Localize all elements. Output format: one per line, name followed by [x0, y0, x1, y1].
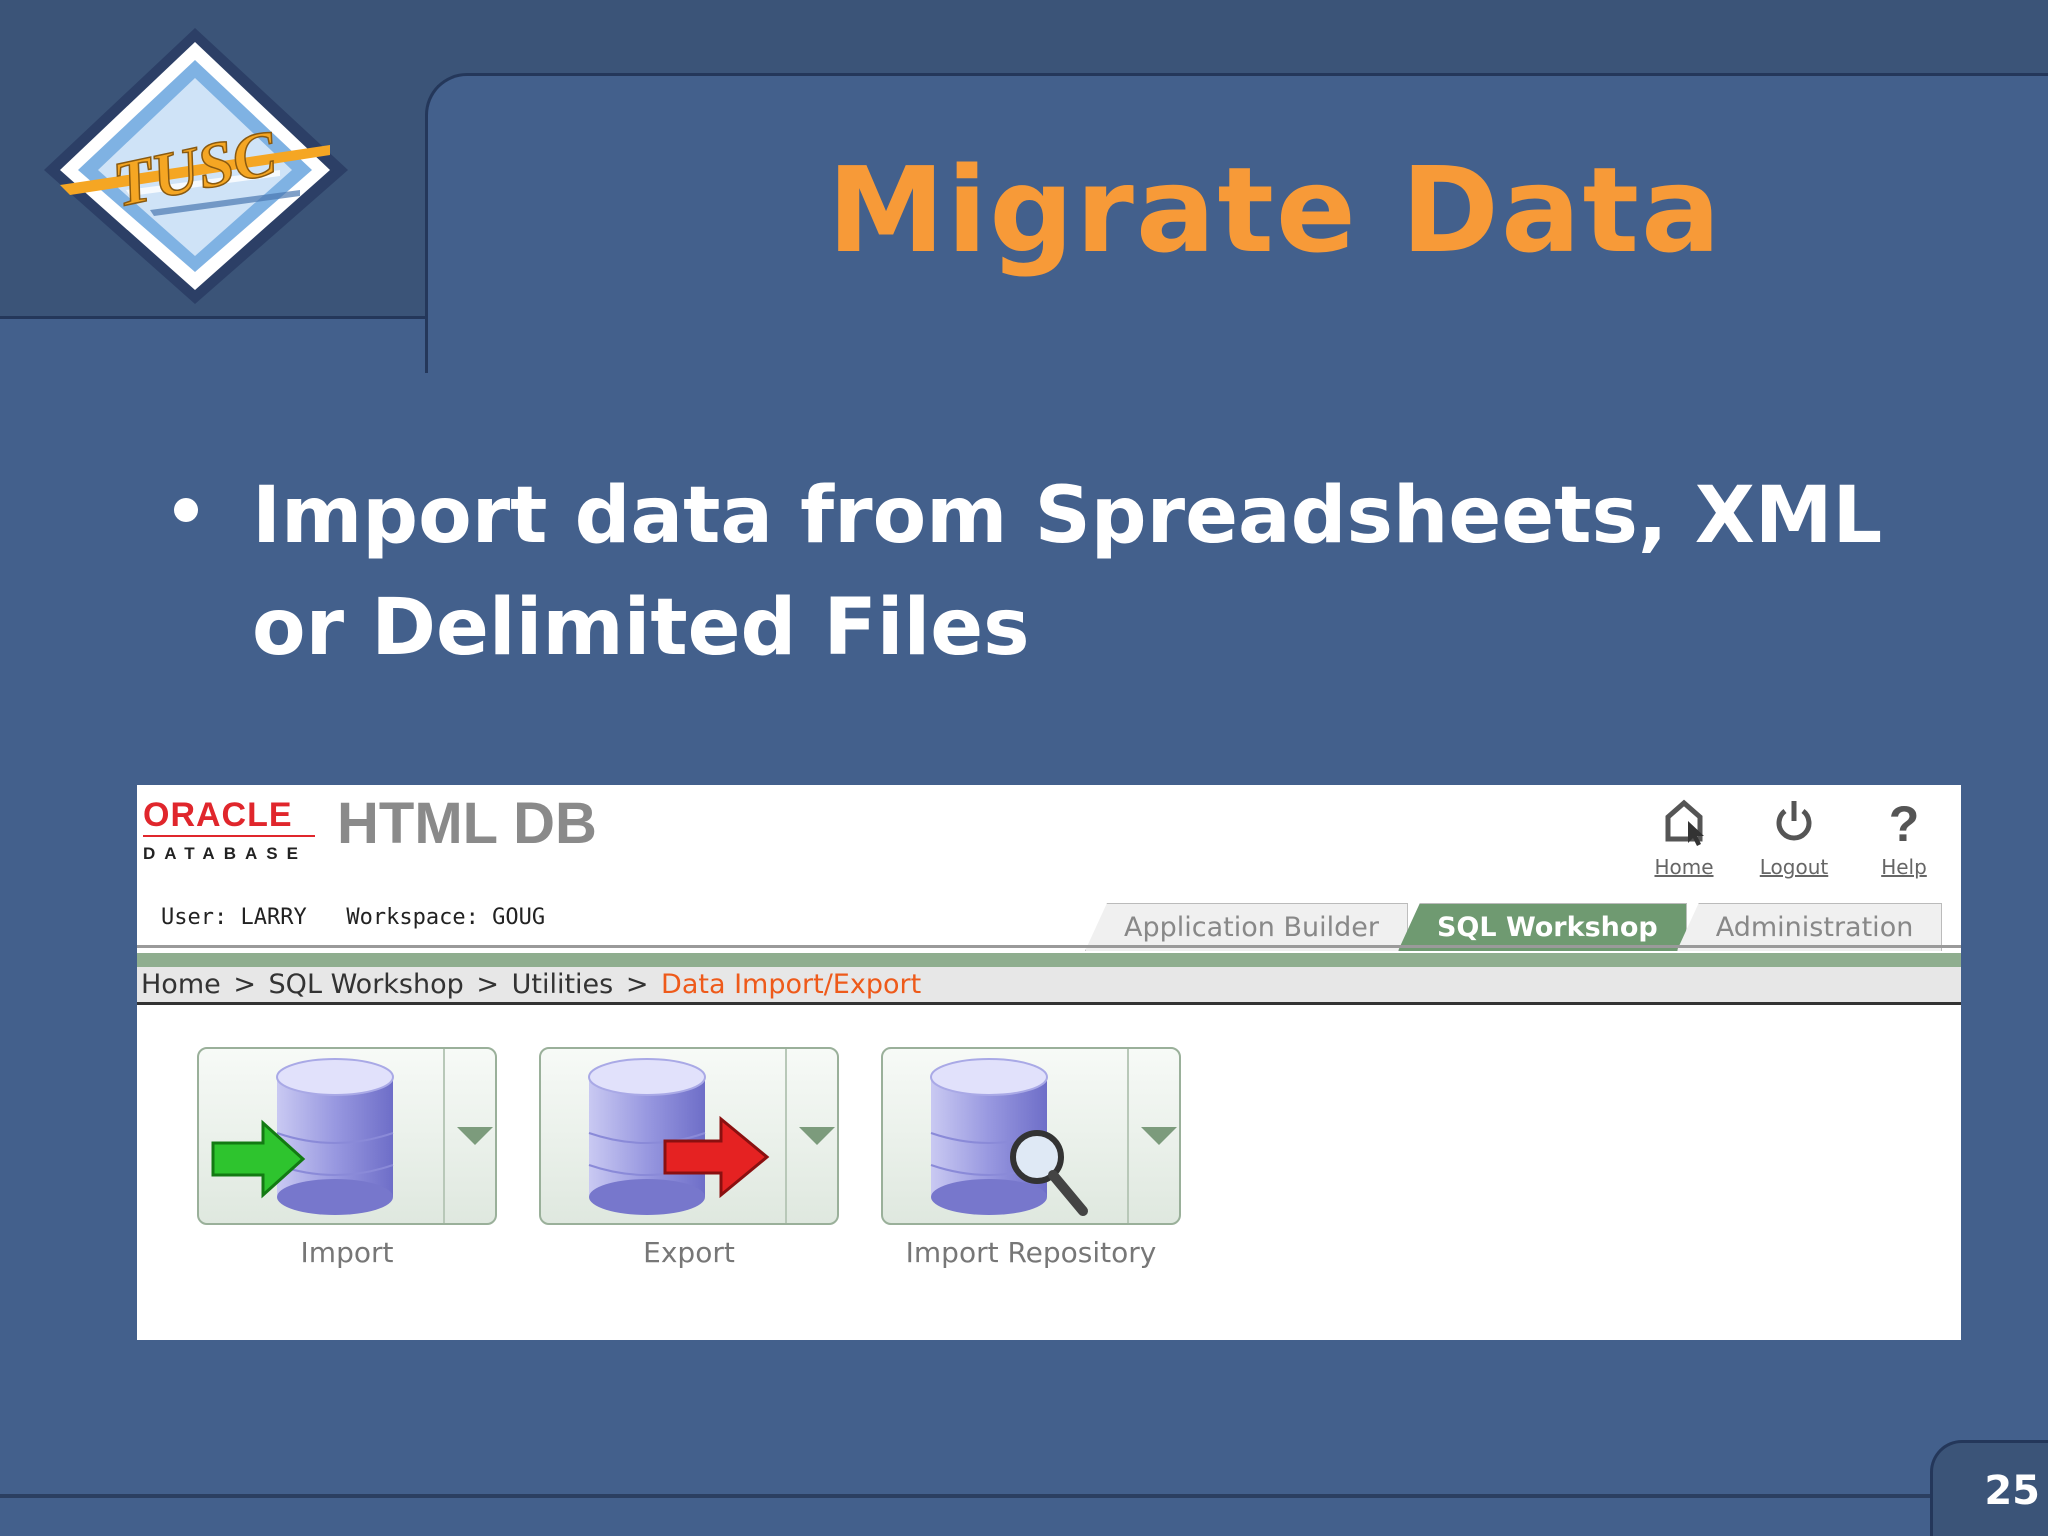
breadcrumb-separator: > [476, 969, 499, 1000]
nav-logout[interactable]: Logout [1757, 795, 1831, 879]
global-nav: Home Logout ? Help [1647, 795, 1941, 879]
nav-home-label: Home [1654, 855, 1714, 879]
chevron-down-icon[interactable] [457, 1127, 493, 1145]
oracle-wordmark: ORACLE [143, 796, 293, 834]
tile-export-button[interactable] [539, 1047, 839, 1225]
breadcrumb-separator: > [625, 969, 649, 1000]
chevron-down-icon[interactable] [799, 1127, 835, 1145]
tab-application-builder[interactable]: Application Builder [1085, 903, 1408, 951]
tile-import-button[interactable] [197, 1047, 497, 1225]
tile-import-repository-button[interactable] [881, 1047, 1181, 1225]
chevron-down-icon[interactable] [1141, 1127, 1177, 1145]
oracle-rule [143, 835, 315, 837]
oracle-database-text: DATABASE [143, 844, 307, 863]
tile-export-label: Export [643, 1236, 735, 1269]
bullet-text: Import data from Spreadsheets, XML or De… [252, 471, 1883, 673]
user-workspace-info: User: LARRY Workspace: GOUG [161, 905, 546, 930]
breadcrumb-separator: > [233, 969, 256, 1000]
database-export-icon [588, 1058, 770, 1215]
nav-help-label: Help [1881, 855, 1927, 879]
band-fill [0, 318, 425, 378]
svg-text:?: ? [1889, 796, 1920, 847]
tab-bar [137, 953, 1961, 967]
home-icon [1665, 799, 1704, 846]
breadcrumb-home[interactable]: Home [141, 969, 221, 1000]
tab-rule [137, 945, 1961, 948]
nav-home[interactable]: Home [1647, 795, 1721, 879]
breadcrumb-sql-workshop[interactable]: SQL Workshop [269, 969, 464, 1000]
tile-divider [443, 1049, 445, 1223]
nav-help[interactable]: ? Help [1867, 795, 1941, 879]
tile-import-repository-label: Import Repository [905, 1236, 1157, 1269]
power-icon [1776, 801, 1812, 841]
slide-title: Migrate Data [827, 141, 1723, 279]
tab-administration[interactable]: Administration [1676, 903, 1943, 951]
product-name: HTML DB [337, 791, 597, 856]
breadcrumb: Home > SQL Workshop > Utilities > Data I… [137, 967, 1961, 1005]
tile-import-label: Import [300, 1236, 394, 1269]
tile-divider [1127, 1049, 1129, 1223]
question-icon: ? [1889, 796, 1920, 847]
page-number: 25 [1984, 1468, 2040, 1514]
nav-logout-label: Logout [1759, 855, 1829, 879]
tusc-logo: TUSC [44, 28, 348, 304]
tile-divider [785, 1049, 787, 1223]
footer-line [0, 1494, 1940, 1498]
tile-row: Import Export Import Repository [197, 1047, 1181, 1271]
tile-import-repository[interactable]: Import Repository [881, 1047, 1181, 1271]
breadcrumb-utilities[interactable]: Utilities [512, 969, 614, 1000]
database-search-icon [930, 1058, 1088, 1216]
tile-export[interactable]: Export [539, 1047, 839, 1271]
tile-import[interactable]: Import [197, 1047, 497, 1271]
band-edge [0, 316, 427, 319]
breadcrumb-current: Data Import/Export [661, 969, 922, 1000]
oracle-logo: ORACLE DATABASE [143, 797, 323, 877]
htmldb-screenshot: ORACLE DATABASE HTML DB Home Logout ? He… [137, 785, 1961, 1340]
database-import-icon [211, 1058, 394, 1215]
bullet-dot [174, 498, 198, 522]
tab-sql-workshop[interactable]: SQL Workshop [1397, 903, 1687, 951]
